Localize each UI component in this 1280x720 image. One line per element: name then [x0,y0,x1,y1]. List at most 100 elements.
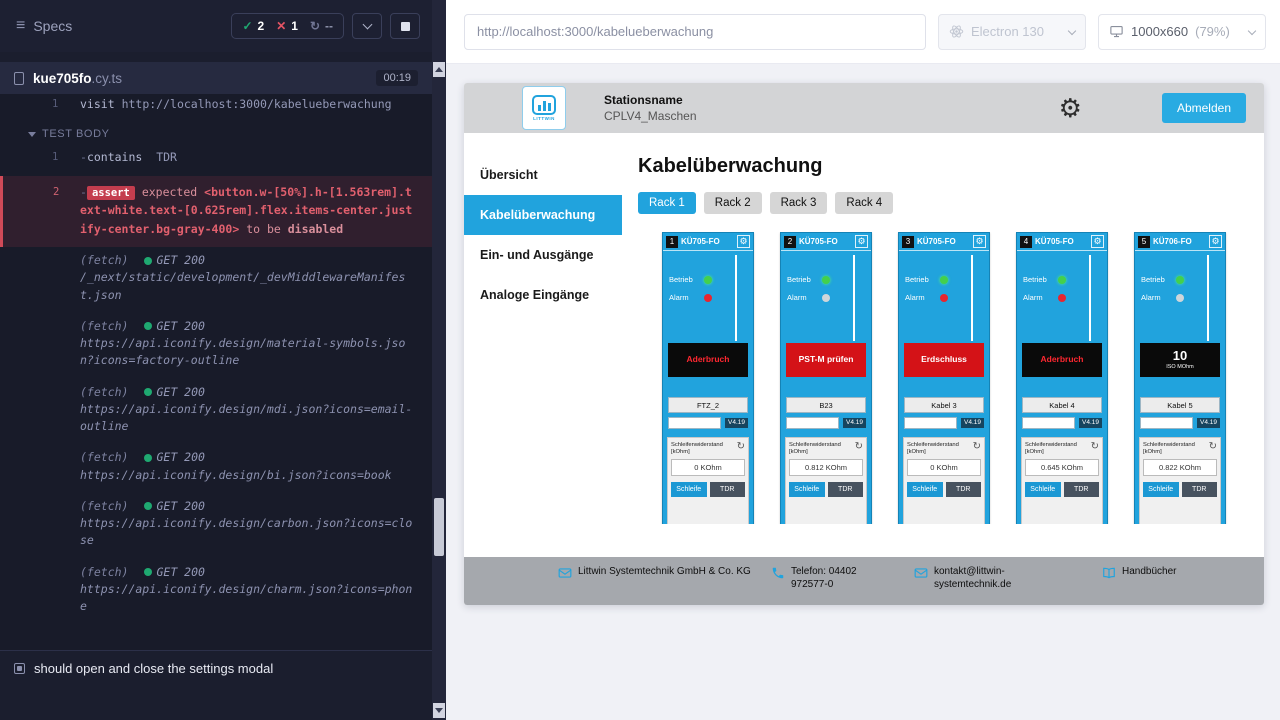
schleife-button[interactable]: Schleife [1143,482,1179,497]
tdr-button[interactable]: TDR [946,482,982,497]
refresh-icon[interactable]: ↻ [973,442,981,452]
resistance-panel: Schleifenwiderstand [kOhm] ↻ 0 KOhm Schl… [667,437,749,524]
tab-rack-2[interactable]: Rack 2 [704,192,762,214]
refresh-icon: ↻ [310,19,320,33]
gear-icon[interactable]: ⚙ [973,235,986,248]
schleife-button[interactable]: Schleife [1025,482,1061,497]
tab-rack-4[interactable]: Rack 4 [835,192,893,214]
alarm-label: Alarm [1023,293,1053,302]
alarm-led [1176,294,1184,302]
collapse-button[interactable] [352,13,382,39]
fetch-log-entry[interactable]: (fetch)GET 200 /_next/static/development… [0,247,432,306]
fetch-log-entry[interactable]: (fetch)GET 200 https://api.iconify.desig… [0,493,432,552]
settings-gear-icon[interactable]: ⚙ [1059,95,1082,121]
status-display: Aderbruch [1022,343,1102,377]
tdr-button[interactable]: TDR [828,482,864,497]
alarm-led [822,294,830,302]
tab-rack-1[interactable]: Rack 1 [638,192,696,214]
runner-scrollbar[interactable] [432,0,446,720]
logo-mark [532,95,556,115]
app-sidebar: Übersicht Kabelüberwachung Ein- und Ausg… [464,133,622,557]
device-card: 2 KÜ705-FO ⚙ Betrieb Alarm PST-M prüfen … [780,232,872,524]
spec-timer: 00:19 [376,70,418,86]
tab-rack-3[interactable]: Rack 3 [770,192,828,214]
version-badge: V4.19 [1079,418,1102,429]
cross-icon: ✕ [276,19,286,33]
sidebar-item-uebersicht[interactable]: Übersicht [464,155,622,195]
stat-failed: ✕1 [276,19,298,33]
spec-header[interactable]: kue705fo.cy.ts 00:19 [0,62,432,94]
version-row: V4.19 [668,417,748,429]
next-test-title[interactable]: should open and close the settings modal [0,650,432,686]
tdr-button[interactable]: TDR [1064,482,1100,497]
section-test-body[interactable]: TEST BODY [0,116,432,146]
schleife-button[interactable]: Schleife [789,482,825,497]
card-number-badge: 4 [1020,236,1032,248]
fetch-log-entry[interactable]: (fetch)GET 200 https://api.iconify.desig… [0,379,432,438]
sidebar-item-analoge-eingaenge[interactable]: Analoge Eingänge [464,275,622,315]
gear-icon[interactable]: ⚙ [1091,235,1104,248]
viewport-selector[interactable]: 1000x660 (79%) [1098,14,1266,50]
resistance-panel: Schleifenwiderstand [kOhm] ↻ 0.822 KOhm … [1139,437,1221,524]
stop-button[interactable] [390,13,420,39]
sidebar-item-kabelueberwachung[interactable]: Kabelüberwachung [464,195,622,235]
cable-name: Kabel 4 [1022,397,1102,413]
schleife-button[interactable]: Schleife [907,482,943,497]
gear-icon[interactable]: ⚙ [1209,235,1222,248]
status-dot [144,388,152,396]
card-header: 5 KÜ706-FO ⚙ [1135,233,1225,251]
url-input[interactable]: http://localhost:3000/kabelueberwachung [464,14,926,50]
stat-pending: ↻-- [310,19,333,33]
scroll-up-arrow[interactable] [433,62,445,77]
sidebar-item-ein-und-ausgaenge[interactable]: Ein- und Ausgänge [464,235,622,275]
stat-passed: ✓2 [242,19,264,33]
command-assert-failed[interactable]: 2 -assert expected <button.w-[50%].h-[1.… [0,176,432,248]
card-divider [1089,255,1091,341]
status-dot [144,257,152,265]
scroll-down-arrow[interactable] [433,703,445,718]
cable-name: Kabel 5 [1140,397,1220,413]
resistance-label: Schleifenwiderstand [kOhm] [1025,442,1083,456]
scrollbar-thumb[interactable] [434,498,444,556]
gear-icon[interactable]: ⚙ [855,235,868,248]
version-row: V4.19 [1022,417,1102,429]
refresh-icon[interactable]: ↻ [1091,442,1099,452]
command-visit[interactable]: 1 visit http://localhost:3000/kabelueber… [0,94,432,116]
email-icon [914,566,928,580]
alarm-led [1058,294,1066,302]
resistance-label: Schleifenwiderstand [kOhm] [671,442,729,456]
fetch-log-list: (fetch)GET 200 /_next/static/development… [0,247,432,617]
betrieb-label: Betrieb [1023,275,1053,284]
cable-name: B23 [786,397,866,413]
command-contains[interactable]: 1 -contains TDR [0,146,432,169]
browser-selector[interactable]: Electron 130 [938,14,1086,50]
runner-topbar: http://localhost:3000/kabelueberwachung … [446,0,1280,64]
refresh-icon[interactable]: ↻ [855,442,863,452]
footer-phone[interactable]: Telefon: 04402 972577-0 [771,565,896,591]
footer-email[interactable]: kontakt@littwin-systemtechnik.de [914,565,1044,591]
specs-menu-button[interactable]: ≡ Specs [16,17,72,35]
caret-down-icon [28,132,36,137]
refresh-icon[interactable]: ↻ [1209,442,1217,452]
alarm-label: Alarm [787,293,817,302]
viewport-icon [1109,24,1124,39]
gear-icon[interactable]: ⚙ [737,235,750,248]
fetch-log-entry[interactable]: (fetch)GET 200 https://api.iconify.desig… [0,444,432,486]
fetch-log-entry[interactable]: (fetch)GET 200 https://api.iconify.desig… [0,559,432,618]
logout-button[interactable]: Abmelden [1162,93,1246,123]
tdr-button[interactable]: TDR [1182,482,1218,497]
resistance-label: Schleifenwiderstand [kOhm] [907,442,965,456]
tdr-button[interactable]: TDR [710,482,746,497]
betrieb-label: Betrieb [787,275,817,284]
refresh-icon[interactable]: ↻ [737,442,745,452]
email-icon [558,566,572,580]
status-display: Aderbruch [668,343,748,377]
version-input [904,417,957,429]
led-panel: Betrieb Alarm [1017,251,1107,343]
footer-manuals-link[interactable]: Handbücher [1102,565,1176,580]
version-input [786,417,839,429]
stop-icon [401,22,410,31]
test-icon [14,663,25,674]
fetch-log-entry[interactable]: (fetch)GET 200 https://api.iconify.desig… [0,313,432,372]
schleife-button[interactable]: Schleife [671,482,707,497]
